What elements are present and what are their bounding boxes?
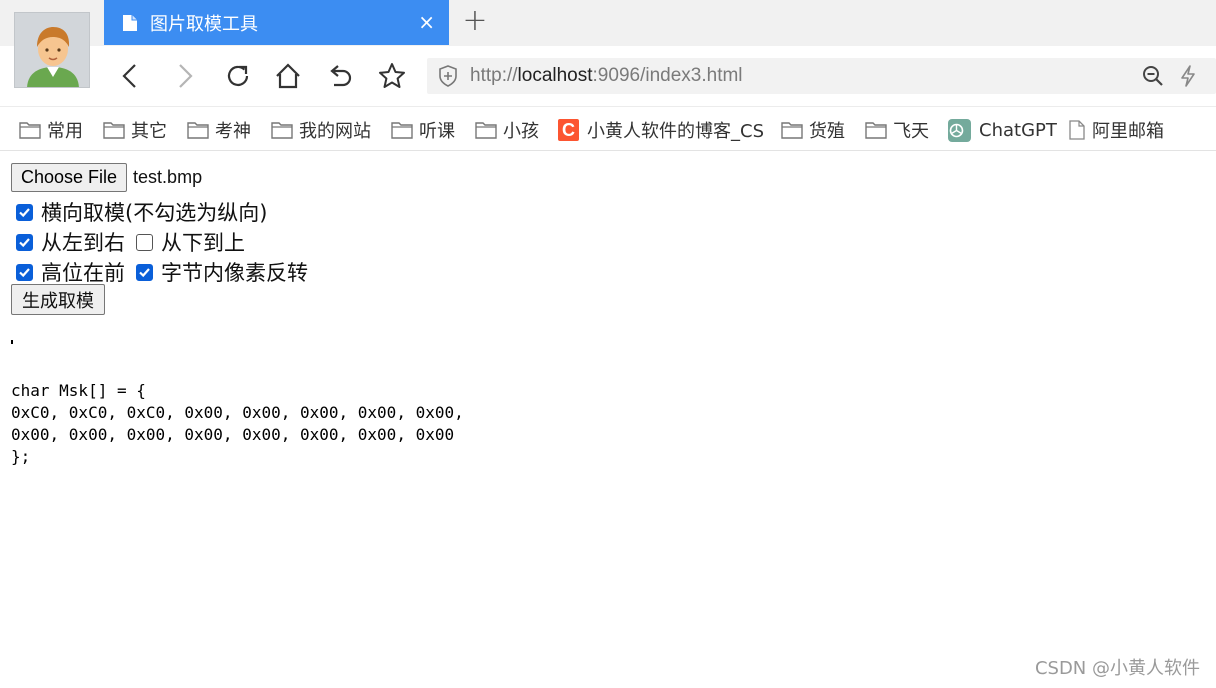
tab-title: 图片取模工具 [150, 13, 258, 35]
bottom-to-top-label: 从下到上 [161, 231, 245, 255]
checkmark-icon [19, 267, 30, 277]
folder-icon [391, 122, 413, 139]
close-tab-icon[interactable]: × [418, 12, 435, 32]
bookmark-qita[interactable]: 其它 [103, 118, 167, 142]
bookmark-xiaohai[interactable]: 小孩 [475, 118, 539, 142]
selected-file-name: test.bmp [133, 167, 203, 187]
bookmark-my-website[interactable]: 我的网站 [271, 118, 371, 142]
back-arrow-icon [122, 64, 136, 88]
bookmark-ali-mail[interactable]: 阿里邮箱 [1068, 118, 1164, 142]
bookmark-label: 其它 [131, 121, 167, 142]
page-icon [123, 14, 137, 31]
bookmark-label: 我的网站 [299, 121, 371, 142]
bookmark-label: 货殖 [809, 121, 845, 142]
folder-icon [781, 122, 803, 139]
csdn-watermark: CSDN @小黄人软件 [1034, 658, 1200, 679]
url-text[interactable]: http://localhost:9096/index3.html [470, 65, 743, 87]
bookmark-label: 小黄人软件的博客_CS [587, 121, 764, 142]
home-button[interactable] [272, 60, 304, 92]
reload-icon [227, 65, 249, 86]
bookmark-label: 飞天 [893, 121, 929, 142]
horizontal-checkbox[interactable] [16, 203, 33, 221]
bookmark-label: 阿里邮箱 [1092, 121, 1164, 142]
reverse-pixels-label: 字节内像素反转 [161, 261, 308, 285]
csdn-logo-icon: C [558, 119, 579, 141]
zoom-icon[interactable] [1141, 64, 1165, 88]
bookmark-kaoshen[interactable]: 考神 [187, 118, 251, 142]
generate-button[interactable]: 生成取模 [11, 284, 105, 315]
bookmark-tingke[interactable]: 听课 [391, 118, 455, 142]
bookmark-csdn-blog[interactable]: C 小黄人软件的博客_CS [558, 118, 764, 142]
page-content: Choose File test.bmp 横向取模(不勾选为纵向) 从左到右 从… [0, 152, 1216, 688]
address-bar[interactable]: http://localhost:9096/index3.html [427, 58, 1216, 94]
url-host: localhost [517, 65, 593, 86]
navigation-bar: http://localhost:9096/index3.html [0, 46, 1216, 106]
bookmark-label: 常用 [47, 121, 83, 142]
reload-button[interactable] [222, 60, 254, 92]
horizontal-option-row: 横向取模(不勾选为纵向) [11, 197, 273, 227]
home-icon [276, 63, 300, 89]
msb-first-label: 高位在前 [41, 261, 125, 285]
new-tab-button[interactable]: + [460, 6, 490, 38]
msb-first-checkbox[interactable] [16, 263, 33, 281]
bookmarks-bar: 常用 其它 考神 我的网站 听课 小孩 C 小黄人软件的博客_CS 货殖 飞天 … [0, 106, 1216, 151]
url-scheme: http:// [470, 65, 518, 86]
folder-icon [19, 122, 41, 139]
folder-icon [187, 122, 209, 139]
tab-active[interactable]: 图片取模工具 × [104, 0, 449, 45]
bottom-to-top-checkbox[interactable] [136, 233, 153, 251]
bookmark-star-button[interactable] [376, 60, 408, 92]
folder-icon [103, 122, 125, 139]
image-preview [11, 340, 13, 344]
bookmark-feitian[interactable]: 飞天 [865, 118, 929, 142]
bookmark-changyong[interactable]: 常用 [19, 118, 83, 142]
bookmark-label: 考神 [215, 121, 251, 142]
bit-option-row: 高位在前 字节内像素反转 [11, 257, 314, 287]
left-to-right-checkbox[interactable] [16, 233, 33, 251]
left-to-right-label: 从左到右 [41, 231, 125, 255]
file-picker: Choose File test.bmp [11, 163, 202, 192]
chatgpt-logo-icon [948, 118, 971, 142]
user-avatar-icon [15, 13, 89, 87]
bookmark-label: 听课 [419, 121, 455, 142]
url-path: :9096/index3.html [592, 65, 743, 86]
undo-icon [330, 65, 352, 87]
checkmark-icon [139, 267, 150, 277]
star-icon [379, 63, 405, 88]
checkmark-icon [19, 207, 30, 217]
shield-icon[interactable] [437, 64, 459, 88]
folder-icon [271, 122, 293, 139]
output-code: char Msk[] = { 0xC0, 0xC0, 0xC0, 0x00, 0… [11, 381, 464, 466]
lightning-icon[interactable] [1177, 64, 1199, 88]
checkmark-icon [19, 237, 30, 247]
bookmark-label: 小孩 [503, 121, 539, 142]
forward-arrow-icon [179, 64, 193, 88]
direction-option-row: 从左到右 从下到上 [11, 227, 251, 257]
bookmark-huozhi[interactable]: 货殖 [781, 118, 845, 142]
generate-row: 生成取模 [11, 284, 105, 315]
folder-icon [475, 122, 497, 139]
bookmark-label: ChatGPT [979, 119, 1057, 141]
folder-icon [865, 122, 887, 139]
horizontal-label: 横向取模(不勾选为纵向) [41, 201, 268, 225]
reverse-pixels-checkbox[interactable] [136, 263, 153, 281]
bookmark-chatgpt[interactable]: ChatGPT [948, 118, 1057, 142]
undo-close-tab-button[interactable] [324, 60, 356, 92]
choose-file-button[interactable]: Choose File [11, 163, 128, 192]
forward-button[interactable] [169, 60, 201, 92]
profile-avatar[interactable] [14, 12, 90, 88]
title-bar: 图片取模工具 × + [0, 0, 1216, 46]
back-button[interactable] [114, 60, 146, 92]
page-icon [1069, 120, 1085, 140]
